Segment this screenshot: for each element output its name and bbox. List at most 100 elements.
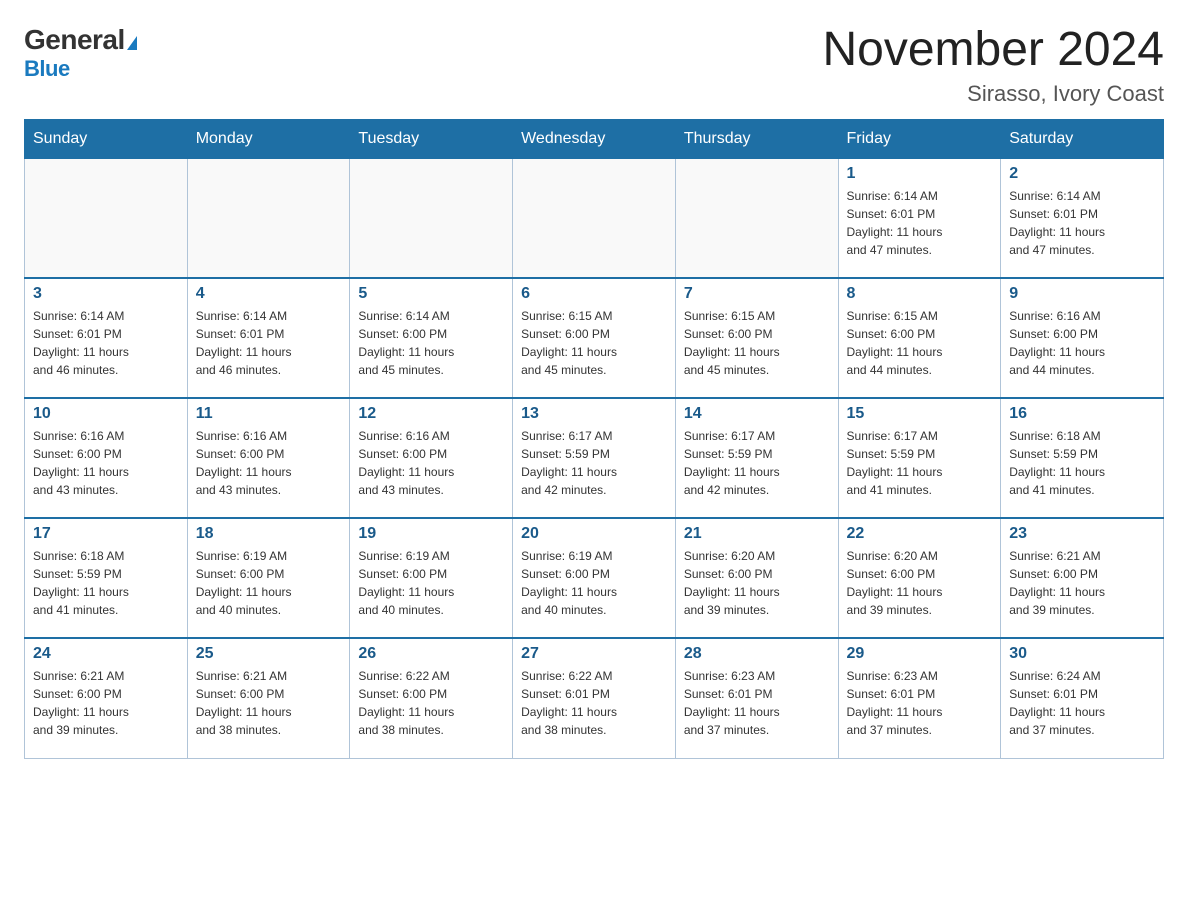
day-number: 12 — [358, 405, 504, 423]
calendar-cell: 22Sunrise: 6:20 AM Sunset: 6:00 PM Dayli… — [838, 518, 1001, 638]
day-number: 3 — [33, 285, 179, 303]
calendar-week-2: 3 Sunrise: 6:14 AM Sunset: 6:01 PM Daylig… — [25, 278, 1164, 398]
calendar-cell: 25 Sunrise: 6:21 AM Sunset: 6:00 PM Dayli… — [187, 638, 350, 758]
calendar-week-5: 24 Sunrise: 6:21 AM Sunset: 6:00 PM Dayli… — [25, 638, 1164, 758]
day-info: Sunrise: 6:14 AM Sunset: 6:01 PM Dayligh… — [847, 187, 993, 259]
day-info: Sunrise: 6:24 AM Sunset: 6:01 PM Dayligh… — [1009, 667, 1155, 739]
weekday-header-tuesday: Tuesday — [350, 119, 513, 158]
calendar-cell: 13 Sunrise: 6:17 AM Sunset: 5:59 PM Dayli… — [513, 398, 676, 518]
calendar-week-4: 17 Sunrise: 6:18 AM Sunset: 5:59 PM Dayli… — [25, 518, 1164, 638]
logo-general-line: General — [24, 24, 137, 56]
calendar-table: SundayMondayTuesdayWednesdayThursdayFrid… — [24, 119, 1164, 759]
calendar-cell: 7 Sunrise: 6:15 AM Sunset: 6:00 PM Daylig… — [675, 278, 838, 398]
calendar-cell: 6Sunrise: 6:15 AM Sunset: 6:00 PM Daylig… — [513, 278, 676, 398]
day-number: 6 — [521, 285, 667, 303]
day-number: 9 — [1009, 285, 1155, 303]
day-number: 28 — [684, 645, 830, 663]
calendar-cell: 11 Sunrise: 6:16 AM Sunset: 6:00 PM Dayli… — [187, 398, 350, 518]
calendar-cell: 8 Sunrise: 6:15 AM Sunset: 6:00 PM Daylig… — [838, 278, 1001, 398]
day-number: 29 — [847, 645, 993, 663]
day-info: Sunrise: 6:23 AM Sunset: 6:01 PM Dayligh… — [847, 667, 993, 739]
day-number: 19 — [358, 525, 504, 543]
day-number: 2 — [1009, 165, 1155, 183]
day-number: 24 — [33, 645, 179, 663]
calendar-cell: 1 Sunrise: 6:14 AM Sunset: 6:01 PM Daylig… — [838, 158, 1001, 278]
weekday-header-thursday: Thursday — [675, 119, 838, 158]
day-number: 13 — [521, 405, 667, 423]
day-info: Sunrise: 6:15 AM Sunset: 6:00 PM Dayligh… — [684, 307, 830, 379]
calendar-cell: 3 Sunrise: 6:14 AM Sunset: 6:01 PM Daylig… — [25, 278, 188, 398]
day-info: Sunrise: 6:16 AM Sunset: 6:00 PM Dayligh… — [33, 427, 179, 499]
day-number: 25 — [196, 645, 342, 663]
calendar-cell: 10 Sunrise: 6:16 AM Sunset: 6:00 PM Dayli… — [25, 398, 188, 518]
day-number: 17 — [33, 525, 179, 543]
day-number: 15 — [847, 405, 993, 423]
day-info: Sunrise: 6:21 AM Sunset: 6:00 PM Dayligh… — [196, 667, 342, 739]
calendar-cell: 30 Sunrise: 6:24 AM Sunset: 6:01 PM Dayli… — [1001, 638, 1164, 758]
day-number: 7 — [684, 285, 830, 303]
calendar-cell — [25, 158, 188, 278]
calendar-cell: 26Sunrise: 6:22 AM Sunset: 6:00 PM Dayli… — [350, 638, 513, 758]
calendar-week-1: 1 Sunrise: 6:14 AM Sunset: 6:01 PM Daylig… — [25, 158, 1164, 278]
day-number: 18 — [196, 525, 342, 543]
logo-blue-line: Blue — [24, 56, 70, 82]
month-title: November 2024 — [822, 24, 1164, 77]
weekday-header-wednesday: Wednesday — [513, 119, 676, 158]
day-number: 14 — [684, 405, 830, 423]
calendar-cell: 21 Sunrise: 6:20 AM Sunset: 6:00 PM Dayli… — [675, 518, 838, 638]
logo-general-text: General — [24, 24, 125, 55]
day-info: Sunrise: 6:18 AM Sunset: 5:59 PM Dayligh… — [1009, 427, 1155, 499]
day-info: Sunrise: 6:21 AM Sunset: 6:00 PM Dayligh… — [33, 667, 179, 739]
weekday-header-row: SundayMondayTuesdayWednesdayThursdayFrid… — [25, 119, 1164, 158]
day-info: Sunrise: 6:19 AM Sunset: 6:00 PM Dayligh… — [521, 547, 667, 619]
day-number: 10 — [33, 405, 179, 423]
day-number: 8 — [847, 285, 993, 303]
day-info: Sunrise: 6:23 AM Sunset: 6:01 PM Dayligh… — [684, 667, 830, 739]
day-number: 21 — [684, 525, 830, 543]
weekday-header-saturday: Saturday — [1001, 119, 1164, 158]
day-info: Sunrise: 6:22 AM Sunset: 6:01 PM Dayligh… — [521, 667, 667, 739]
calendar-cell: 4 Sunrise: 6:14 AM Sunset: 6:01 PM Daylig… — [187, 278, 350, 398]
weekday-header-friday: Friday — [838, 119, 1001, 158]
calendar-cell: 27Sunrise: 6:22 AM Sunset: 6:01 PM Dayli… — [513, 638, 676, 758]
calendar-cell — [513, 158, 676, 278]
calendar-cell — [187, 158, 350, 278]
day-number: 16 — [1009, 405, 1155, 423]
day-info: Sunrise: 6:14 AM Sunset: 6:01 PM Dayligh… — [33, 307, 179, 379]
calendar-cell: 5Sunrise: 6:14 AM Sunset: 6:00 PM Daylig… — [350, 278, 513, 398]
calendar-cell: 28 Sunrise: 6:23 AM Sunset: 6:01 PM Dayli… — [675, 638, 838, 758]
calendar-cell: 29 Sunrise: 6:23 AM Sunset: 6:01 PM Dayli… — [838, 638, 1001, 758]
logo: General Blue — [24, 24, 137, 82]
day-info: Sunrise: 6:14 AM Sunset: 6:01 PM Dayligh… — [1009, 187, 1155, 259]
day-number: 4 — [196, 285, 342, 303]
calendar-cell: 20 Sunrise: 6:19 AM Sunset: 6:00 PM Dayli… — [513, 518, 676, 638]
calendar-cell: 24 Sunrise: 6:21 AM Sunset: 6:00 PM Dayli… — [25, 638, 188, 758]
day-info: Sunrise: 6:16 AM Sunset: 6:00 PM Dayligh… — [196, 427, 342, 499]
calendar-cell — [350, 158, 513, 278]
day-info: Sunrise: 6:17 AM Sunset: 5:59 PM Dayligh… — [847, 427, 993, 499]
calendar-cell: 2 Sunrise: 6:14 AM Sunset: 6:01 PM Daylig… — [1001, 158, 1164, 278]
day-info: Sunrise: 6:17 AM Sunset: 5:59 PM Dayligh… — [684, 427, 830, 499]
day-info: Sunrise: 6:15 AM Sunset: 6:00 PM Dayligh… — [847, 307, 993, 379]
calendar-cell: 12 Sunrise: 6:16 AM Sunset: 6:00 PM Dayli… — [350, 398, 513, 518]
day-number: 1 — [847, 165, 993, 183]
logo-blue-text: Blue — [24, 56, 70, 81]
weekday-header-sunday: Sunday — [25, 119, 188, 158]
calendar-cell — [675, 158, 838, 278]
day-info: Sunrise: 6:19 AM Sunset: 6:00 PM Dayligh… — [196, 547, 342, 619]
day-info: Sunrise: 6:18 AM Sunset: 5:59 PM Dayligh… — [33, 547, 179, 619]
day-info: Sunrise: 6:21 AM Sunset: 6:00 PM Dayligh… — [1009, 547, 1155, 619]
day-info: Sunrise: 6:16 AM Sunset: 6:00 PM Dayligh… — [358, 427, 504, 499]
day-info: Sunrise: 6:19 AM Sunset: 6:00 PM Dayligh… — [358, 547, 504, 619]
day-info: Sunrise: 6:20 AM Sunset: 6:00 PM Dayligh… — [847, 547, 993, 619]
day-info: Sunrise: 6:20 AM Sunset: 6:00 PM Dayligh… — [684, 547, 830, 619]
day-info: Sunrise: 6:14 AM Sunset: 6:01 PM Dayligh… — [196, 307, 342, 379]
title-block: November 2024 Sirasso, Ivory Coast — [822, 24, 1164, 107]
day-info: Sunrise: 6:17 AM Sunset: 5:59 PM Dayligh… — [521, 427, 667, 499]
location-title: Sirasso, Ivory Coast — [822, 81, 1164, 107]
day-number: 30 — [1009, 645, 1155, 663]
weekday-header-monday: Monday — [187, 119, 350, 158]
day-number: 20 — [521, 525, 667, 543]
day-number: 11 — [196, 405, 342, 423]
calendar-cell: 17 Sunrise: 6:18 AM Sunset: 5:59 PM Dayli… — [25, 518, 188, 638]
